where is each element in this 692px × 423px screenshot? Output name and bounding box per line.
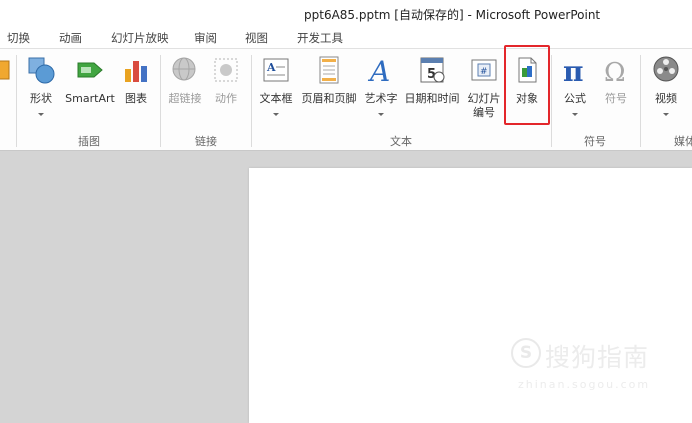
action-button[interactable]: 动作 — [207, 51, 245, 127]
action-label: 动作 — [215, 92, 237, 105]
video-button[interactable]: 视频 — [646, 51, 686, 127]
group-label-symbols: 符号 — [584, 135, 606, 148]
datetime-label: 日期和时间 — [404, 92, 460, 105]
group-label-text: 文本 — [390, 135, 412, 148]
ribbon: 形状 SmartArt 图表 插图 超链接 动作 链接 A 文本框 页眉和页脚 … — [0, 48, 692, 151]
svg-text:Ω: Ω — [604, 58, 626, 85]
separator — [551, 55, 552, 147]
watermark-url: zhinan.sogou.com — [518, 378, 651, 391]
slide-number-button[interactable]: # 幻灯片 编号 — [463, 51, 505, 127]
wordart-button[interactable]: A 艺术字 — [361, 51, 401, 127]
window-title: ppt6A85.pptm [自动保存的] - Microsoft PowerPo… — [304, 8, 601, 22]
tab-transitions[interactable]: 切换 — [7, 30, 30, 46]
svg-text:A: A — [367, 55, 390, 85]
action-icon — [211, 55, 241, 85]
header-footer-icon — [314, 55, 344, 85]
shapes-button[interactable]: 形状 — [22, 51, 60, 127]
wordart-label: 艺术字 — [364, 92, 398, 105]
chevron-down-icon — [38, 113, 44, 116]
group-label-links: 链接 — [195, 135, 217, 148]
textbox-icon: A — [261, 55, 291, 85]
tab-animations[interactable]: 动画 — [59, 30, 82, 46]
wordart-icon: A — [366, 55, 396, 88]
tab-slideshow[interactable]: 幻灯片放映 — [111, 30, 169, 46]
pi-icon: π — [560, 55, 590, 88]
svg-text:A: A — [266, 61, 276, 74]
slide-number-label-1: 幻灯片 — [467, 92, 501, 105]
shapes-icon — [26, 55, 56, 85]
symbol-button[interactable]: Ω 符号 — [597, 51, 635, 127]
tab-review[interactable]: 审阅 — [194, 30, 217, 46]
datetime-button[interactable]: 5 日期和时间 — [402, 51, 462, 127]
hyperlink-button[interactable]: 超链接 — [165, 51, 205, 127]
film-reel-icon — [651, 55, 681, 85]
calendar-icon: 5 — [417, 55, 447, 85]
ribbon-tabs: 切换 动画 幻灯片放映 审阅 视图 开发工具 — [0, 26, 692, 48]
clipped-icon — [0, 55, 15, 85]
equation-button[interactable]: π 公式 — [556, 51, 594, 127]
globe-link-icon — [170, 55, 200, 85]
group-label-media: 媒体 — [674, 135, 692, 148]
watermark-logo: S — [511, 338, 541, 368]
chart-button[interactable]: 图表 — [120, 51, 152, 127]
shapes-label: 形状 — [30, 92, 52, 105]
tab-developer[interactable]: 开发工具 — [297, 30, 343, 46]
chevron-down-icon — [572, 113, 578, 116]
hyperlink-label: 超链接 — [168, 92, 202, 105]
smartart-button[interactable]: SmartArt — [63, 51, 117, 127]
svg-text:#: # — [480, 67, 488, 77]
symbol-label: 符号 — [605, 92, 627, 105]
chevron-down-icon — [663, 113, 669, 116]
chart-icon — [121, 55, 151, 85]
group-label-illustrations: 插图 — [78, 135, 100, 148]
svg-text:π: π — [563, 55, 584, 85]
header-footer-button[interactable]: 页眉和页脚 — [299, 51, 359, 127]
chevron-down-icon — [273, 113, 279, 116]
separator — [640, 55, 641, 147]
chart-label: 图表 — [125, 92, 147, 105]
title-bar: ppt6A85.pptm [自动保存的] - Microsoft PowerPo… — [0, 0, 692, 26]
clipped-button[interactable] — [0, 51, 12, 127]
header-footer-label: 页眉和页脚 — [301, 92, 357, 105]
separator — [16, 55, 17, 147]
equation-label: 公式 — [564, 92, 586, 105]
video-label: 视频 — [655, 92, 677, 105]
omega-icon: Ω — [601, 55, 631, 88]
slide-number-label-2: 编号 — [473, 106, 495, 119]
chevron-down-icon — [378, 113, 384, 116]
separator — [160, 55, 161, 147]
separator — [251, 55, 252, 147]
object-highlight-box — [504, 45, 550, 125]
textbox-label: 文本框 — [259, 92, 293, 105]
slide-number-icon: # — [469, 55, 499, 85]
smartart-icon — [75, 55, 105, 85]
smartart-label: SmartArt — [65, 92, 115, 105]
textbox-button[interactable]: A 文本框 — [255, 51, 297, 127]
tab-view[interactable]: 视图 — [245, 30, 268, 46]
watermark-text: 搜狗指南 — [545, 343, 650, 372]
